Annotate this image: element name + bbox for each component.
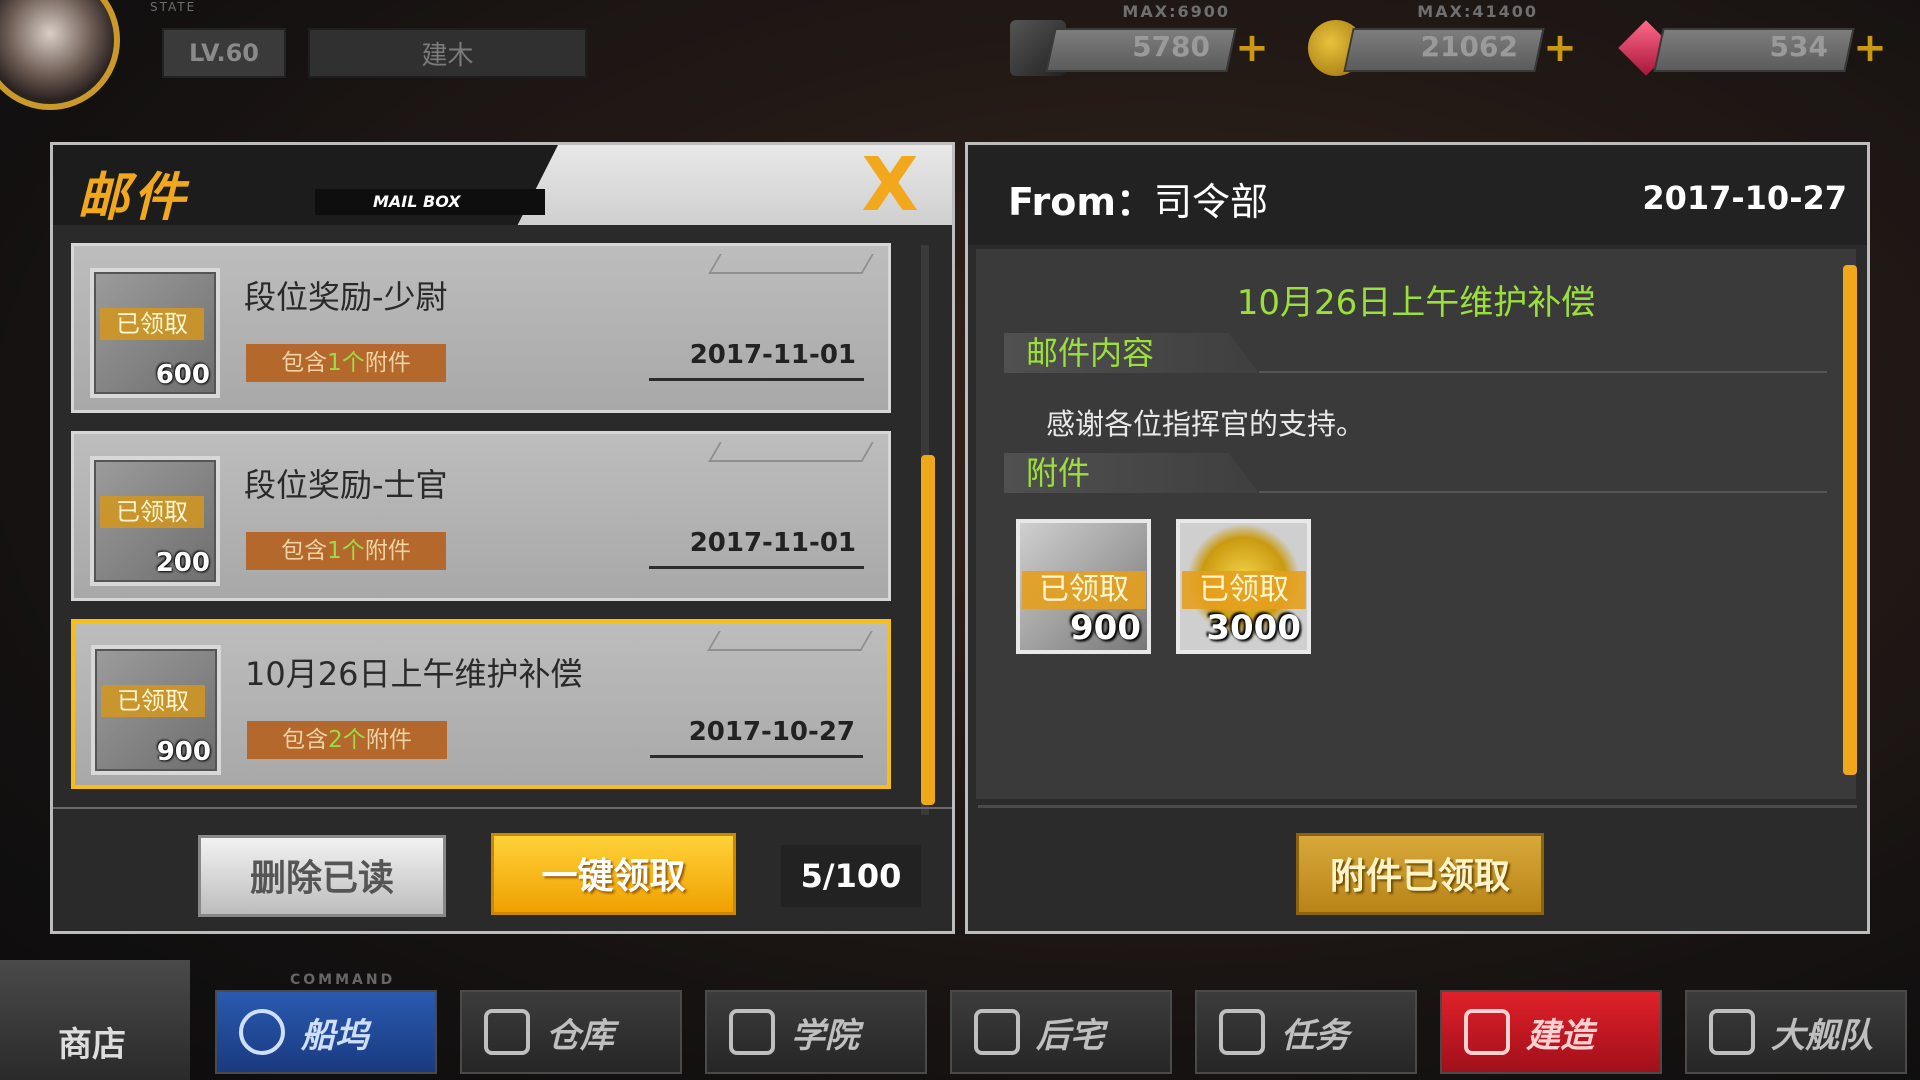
reward-qty: 900 [156, 737, 211, 767]
top-hud: STATE LV.60 建木 MAX:6900 5780 + MAX:41400… [0, 0, 1920, 110]
detail-body: 10月26日上午维护补偿 邮件内容 感谢各位指挥官的支持。 附件 已领取 900… [976, 249, 1856, 799]
claimed-stamp: 已领取 [100, 496, 204, 528]
reward-qty: 600 [155, 360, 210, 390]
mailbox-title: 邮件 [77, 168, 190, 228]
attachment-item[interactable]: 已领取 900 [1016, 519, 1151, 654]
mail-subject: 10月26日上午维护补偿 [245, 655, 583, 693]
add-gem-button[interactable]: + [1852, 28, 1888, 68]
mailbox-header: 邮件 MAIL BOX X [53, 145, 952, 228]
attachment-item[interactable]: 已领取 3000 [1176, 519, 1311, 654]
mail-item[interactable]: 已领取 600 段位奖励-少尉 包含1个附件 2017-11-01 [71, 243, 891, 413]
resource-value: 534 [1769, 30, 1828, 63]
command-label: COMMAND [290, 972, 396, 988]
mail-count: 5/100 [781, 845, 921, 907]
state-label: STATE [150, 0, 197, 14]
mail-thumbnail: 已领取 200 [90, 456, 220, 586]
claimed-stamp: 已领取 [1022, 571, 1146, 609]
dorm-icon [974, 1009, 1020, 1055]
close-button[interactable]: X [850, 148, 930, 222]
mail-item-selected[interactable]: 已领取 900 10月26日上午维护补偿 包含2个附件 2017-10-27 [71, 619, 891, 789]
task-icon [1219, 1009, 1265, 1055]
claimed-stamp: 已领取 [1182, 571, 1306, 609]
warehouse-icon [484, 1009, 530, 1055]
resource-max: MAX:41400 [1417, 2, 1538, 21]
add-coin-button[interactable]: + [1542, 28, 1578, 68]
claimed-stamp: 已领取 [101, 685, 205, 717]
mail-date: 2017-11-01 [689, 528, 856, 558]
nav-fleet[interactable]: 大舰队 [1685, 990, 1907, 1074]
mail-detail-panel: From：司令部 2017-10-27 10月26日上午维护补偿 邮件内容 感谢… [965, 142, 1870, 934]
attachment-badge: 包含1个附件 [246, 344, 446, 382]
resource-max: MAX:6900 [1122, 2, 1230, 21]
resource-value: 5780 [1132, 30, 1210, 63]
detail-title: 10月26日上午维护补偿 [1236, 283, 1596, 323]
mail-thumbnail: 已领取 600 [90, 268, 220, 398]
content-section-header: 邮件内容 [1004, 333, 1259, 373]
shop-button[interactable]: 商店 [0, 960, 190, 1080]
detail-date: 2017-10-27 [1642, 179, 1847, 217]
add-ammo-button[interactable]: + [1234, 28, 1270, 68]
resource-coin: MAX:41400 21062 + [1308, 2, 1578, 76]
mailbox-subtitle: MAIL BOX [315, 189, 545, 215]
claimed-stamp: 已领取 [100, 308, 204, 340]
delete-read-button[interactable]: 删除已读 [198, 835, 446, 917]
resource-gem: 534 + [1618, 20, 1888, 76]
fleet-icon [1709, 1009, 1755, 1055]
mail-subject: 段位奖励-士官 [244, 466, 448, 504]
nav-tasks[interactable]: 任务 [1195, 990, 1417, 1074]
nav-academy[interactable]: 学院 [705, 990, 927, 1074]
build-icon [1464, 1009, 1510, 1055]
claim-all-button[interactable]: 一键领取 [491, 833, 736, 915]
player-name: 建木 [308, 28, 587, 78]
content-text: 感谢各位指挥官的支持。 [1046, 407, 1366, 441]
mail-date: 2017-10-27 [688, 717, 855, 747]
target-icon [239, 1009, 285, 1055]
attachment-qty: 3000 [1206, 608, 1301, 648]
mail-item[interactable]: 已领取 200 段位奖励-士官 包含1个附件 2017-11-01 [71, 431, 891, 601]
mail-subject: 段位奖励-少尉 [244, 278, 448, 316]
mailbox-panel: 邮件 MAIL BOX X 已领取 600 段位奖励-少尉 包含1个附件 201… [50, 142, 955, 934]
attachment-qty: 900 [1070, 608, 1141, 648]
player-avatar[interactable] [0, 0, 120, 110]
detail-scrollbar[interactable] [1843, 265, 1857, 775]
mail-date: 2017-11-01 [689, 340, 856, 370]
level-badge: LV.60 [162, 28, 286, 78]
attachment-badge: 包含2个附件 [247, 721, 447, 759]
attachment-section-header: 附件 [1004, 453, 1259, 493]
shop-label: 商店 [58, 1025, 126, 1065]
mail-list: 已领取 600 段位奖励-少尉 包含1个附件 2017-11-01 已领取 20… [71, 243, 891, 807]
resource-ammo: MAX:6900 5780 + [1010, 2, 1270, 76]
resource-value: 21062 [1420, 30, 1518, 63]
mail-thumbnail: 已领取 900 [91, 645, 221, 775]
bottom-nav: 商店 COMMAND 船坞 仓库 学院 后宅 任务 建造 大舰队 [0, 960, 1920, 1080]
sender: From：司令部 [1008, 180, 1268, 224]
nav-dock[interactable]: 船坞 [215, 990, 437, 1074]
nav-dorm[interactable]: 后宅 [950, 990, 1172, 1074]
nav-build[interactable]: 建造 [1440, 990, 1662, 1074]
attachments-claimed-button[interactable]: 附件已领取 [1296, 833, 1544, 915]
attachment-badge: 包含1个附件 [246, 532, 446, 570]
detail-header: From：司令部 2017-10-27 [968, 145, 1867, 245]
nav-warehouse[interactable]: 仓库 [460, 990, 682, 1074]
academy-icon [729, 1009, 775, 1055]
mail-scrollbar-thumb[interactable] [921, 455, 935, 805]
reward-qty: 200 [155, 548, 210, 578]
